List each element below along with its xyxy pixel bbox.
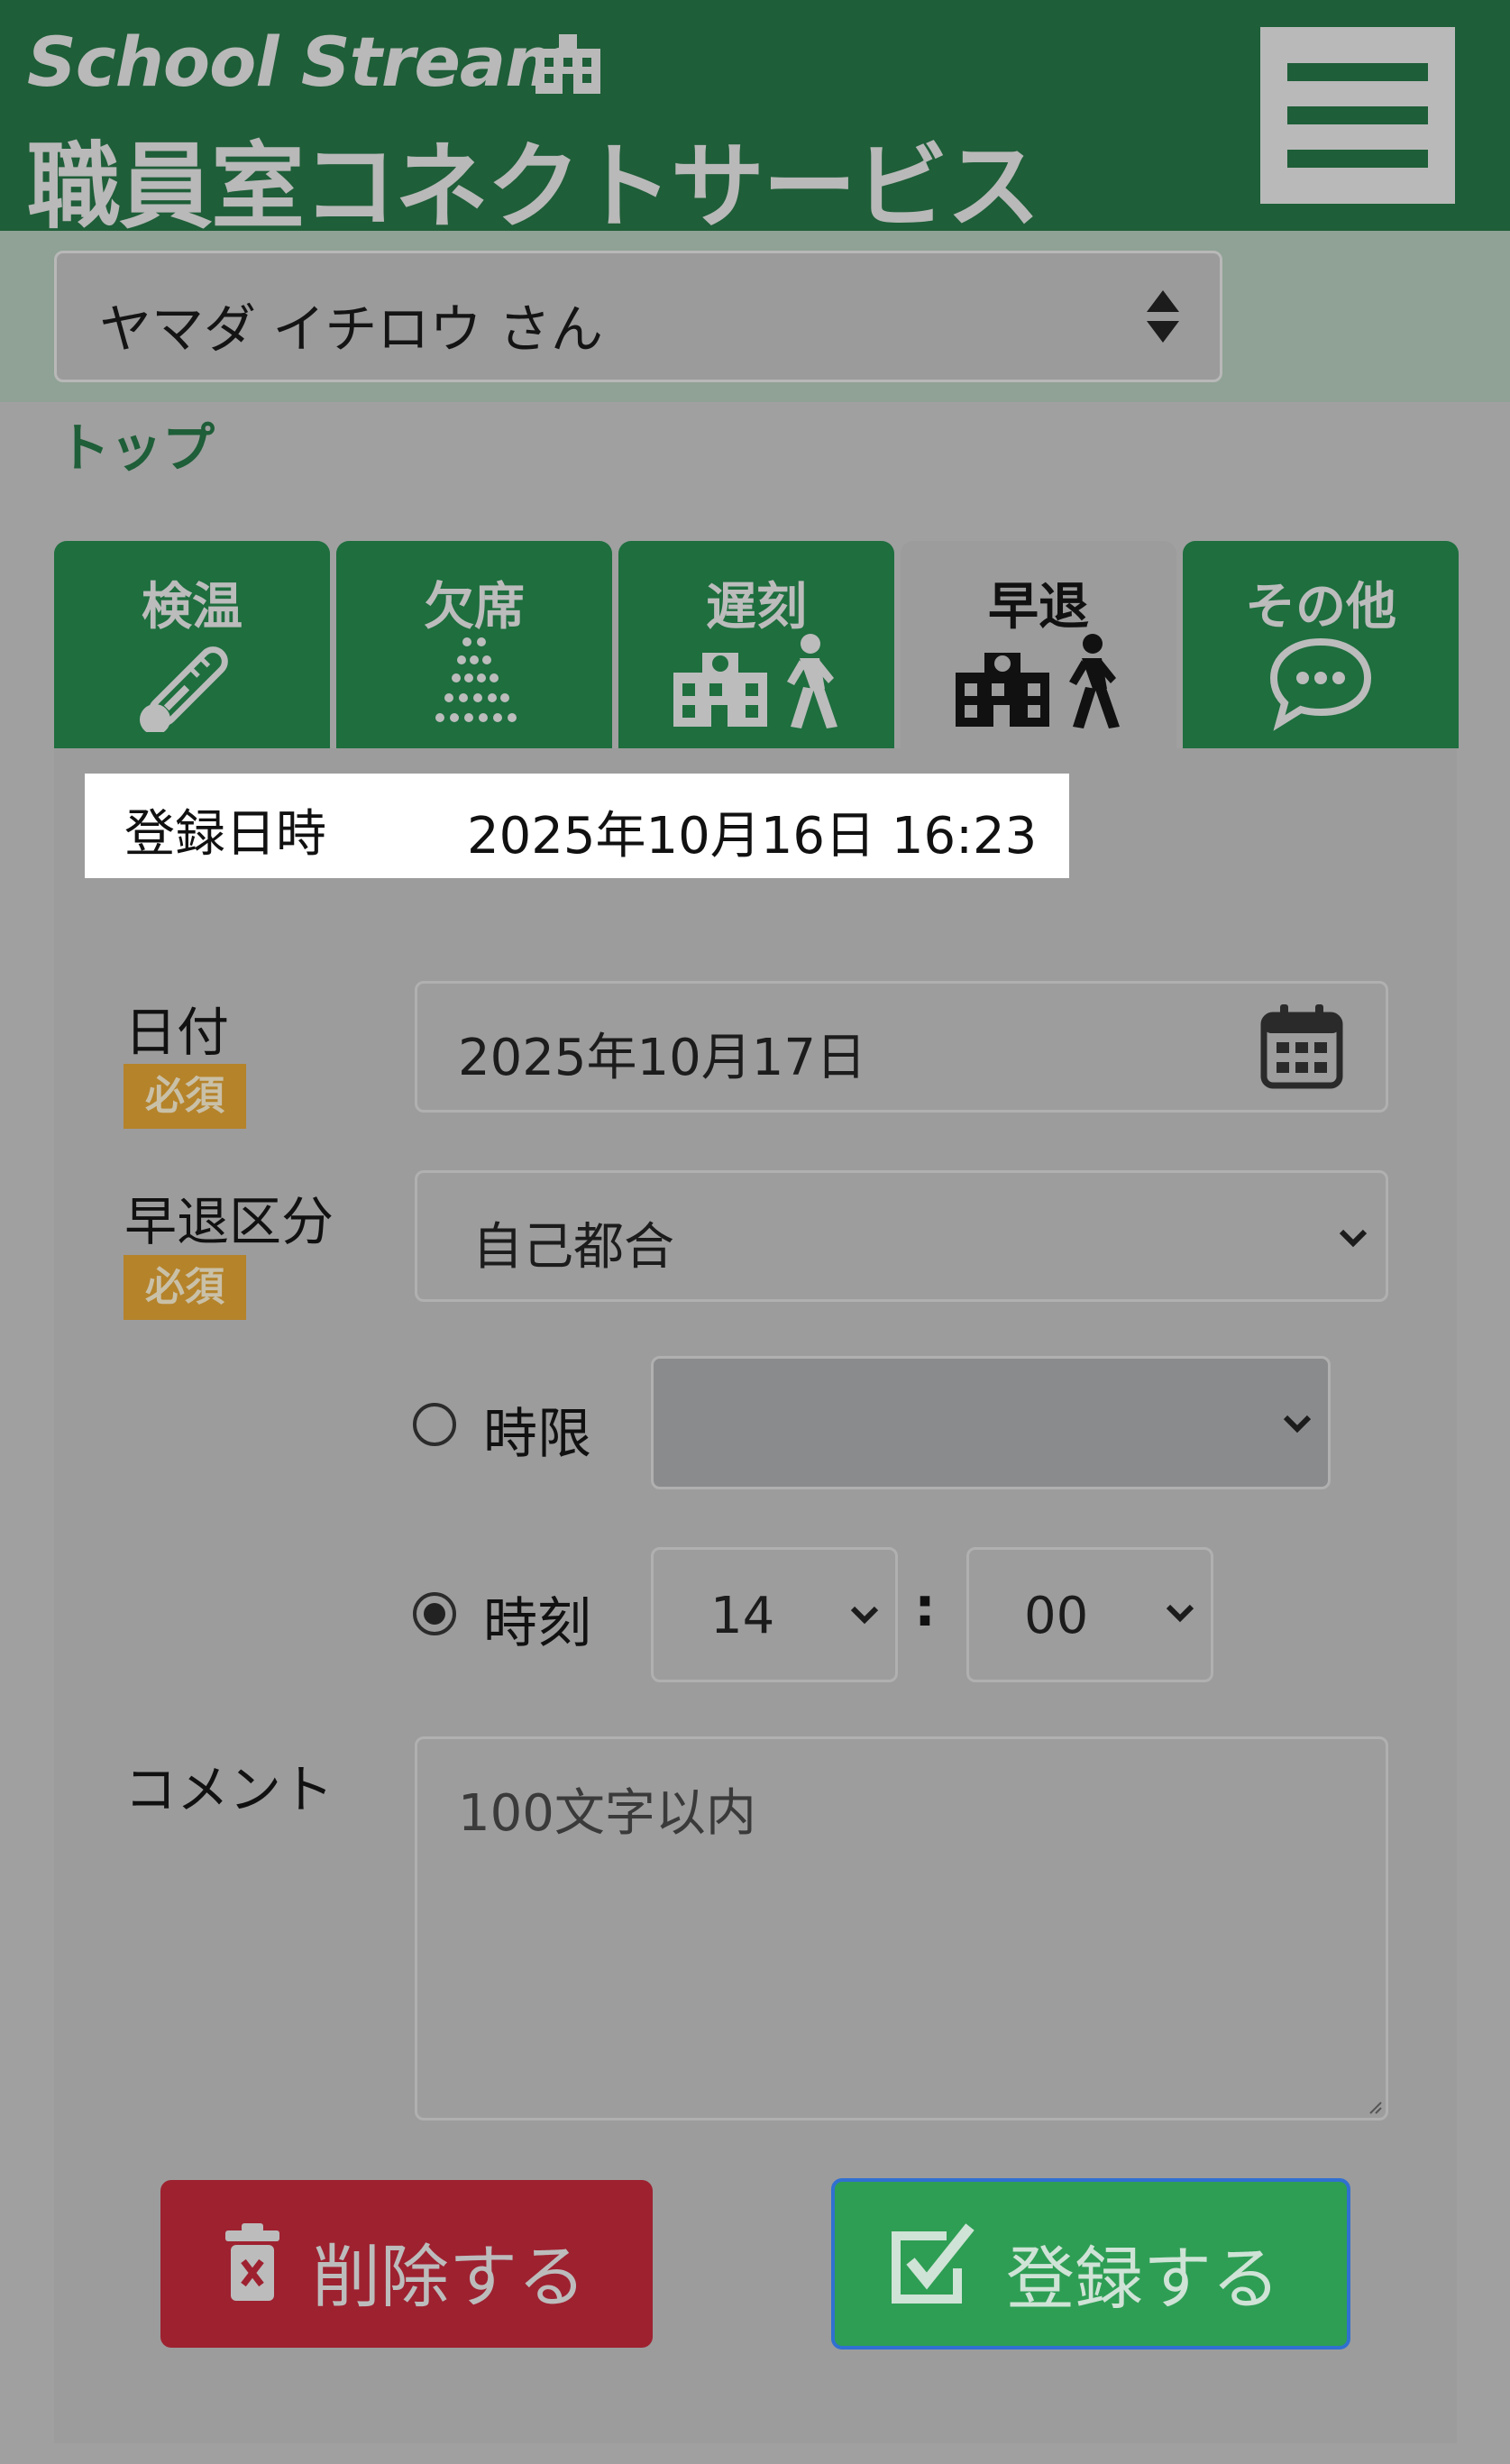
time-radio[interactable] [413, 1592, 456, 1635]
delete-button[interactable]: 削除する [160, 2180, 653, 2348]
school-walk-icon [673, 634, 837, 728]
period-label: 時限 [483, 1403, 591, 1466]
tab-label: 欠席 [424, 578, 525, 637]
tab-label: 遅刻 [706, 578, 807, 637]
breadcrumb-top-link[interactable]: トップ [58, 406, 215, 481]
period-radio[interactable] [413, 1403, 456, 1446]
tab-label: 検温 [142, 578, 243, 637]
menu-icon [1287, 106, 1428, 124]
tab-early-leave[interactable]: 早退 [901, 541, 1176, 748]
chevron-down-icon [1166, 1604, 1194, 1623]
tab-temperature[interactable]: 検温 [54, 541, 330, 748]
tab-label: 早退 [988, 578, 1089, 637]
resize-handle-icon[interactable] [1367, 2099, 1383, 2115]
reason-value: 自己都合 [472, 1218, 674, 1277]
chevron-down-icon [1283, 1415, 1312, 1434]
reason-label: 早退区分 [124, 1191, 334, 1252]
chevron-down-icon [850, 1606, 879, 1625]
delete-button-label: 削除する [312, 2237, 586, 2317]
tab-absence[interactable]: 欠席 [336, 541, 612, 748]
chevron-down-icon [1339, 1229, 1368, 1248]
checkbox-check-icon [892, 2223, 975, 2304]
hamburger-menu-button[interactable] [1260, 27, 1455, 204]
school-walk-icon [956, 634, 1120, 728]
sort-arrows-icon [1147, 290, 1179, 343]
comment-label: コメント [124, 1759, 334, 1820]
required-badge: 必須 [124, 1255, 246, 1320]
minute-value: 00 [1024, 1587, 1089, 1645]
date-value: 2025年10月17日 [458, 1029, 867, 1087]
hour-value: 14 [710, 1587, 775, 1645]
dots-icon [435, 637, 517, 722]
thermometer-icon [139, 646, 228, 732]
calendar-icon[interactable] [1260, 1003, 1343, 1089]
menu-icon [1287, 150, 1428, 168]
chat-bubble-icon [1269, 637, 1372, 731]
comment-placeholder: 100文字以内 [458, 1784, 756, 1843]
student-name: ヤマダ イチロウ さん [99, 298, 603, 360]
date-label: 日付 [124, 1002, 230, 1063]
trash-icon [225, 2223, 279, 2301]
required-badge: 必須 [124, 1064, 246, 1129]
register-button-label: 登録する [1006, 2239, 1280, 2319]
brand-service-name: 職員室コネクトサービス [27, 132, 1040, 242]
time-label: 時刻 [483, 1592, 591, 1655]
brand-logo-text: School Stream [27, 22, 576, 102]
menu-icon [1287, 63, 1428, 81]
school-building-icon [535, 34, 600, 94]
period-select[interactable] [651, 1356, 1331, 1489]
registration-label: 登録日時 [124, 805, 326, 864]
radio-selected-dot [424, 1603, 445, 1625]
register-button[interactable]: 登録する [831, 2178, 1350, 2350]
tab-other[interactable]: その他 [1183, 541, 1459, 748]
tab-late[interactable]: 遅刻 [618, 541, 894, 748]
time-separator: : [914, 1576, 936, 1639]
registration-datetime: 2025年10月16日 16:23 [467, 807, 1038, 866]
tab-label: その他 [1245, 578, 1396, 637]
